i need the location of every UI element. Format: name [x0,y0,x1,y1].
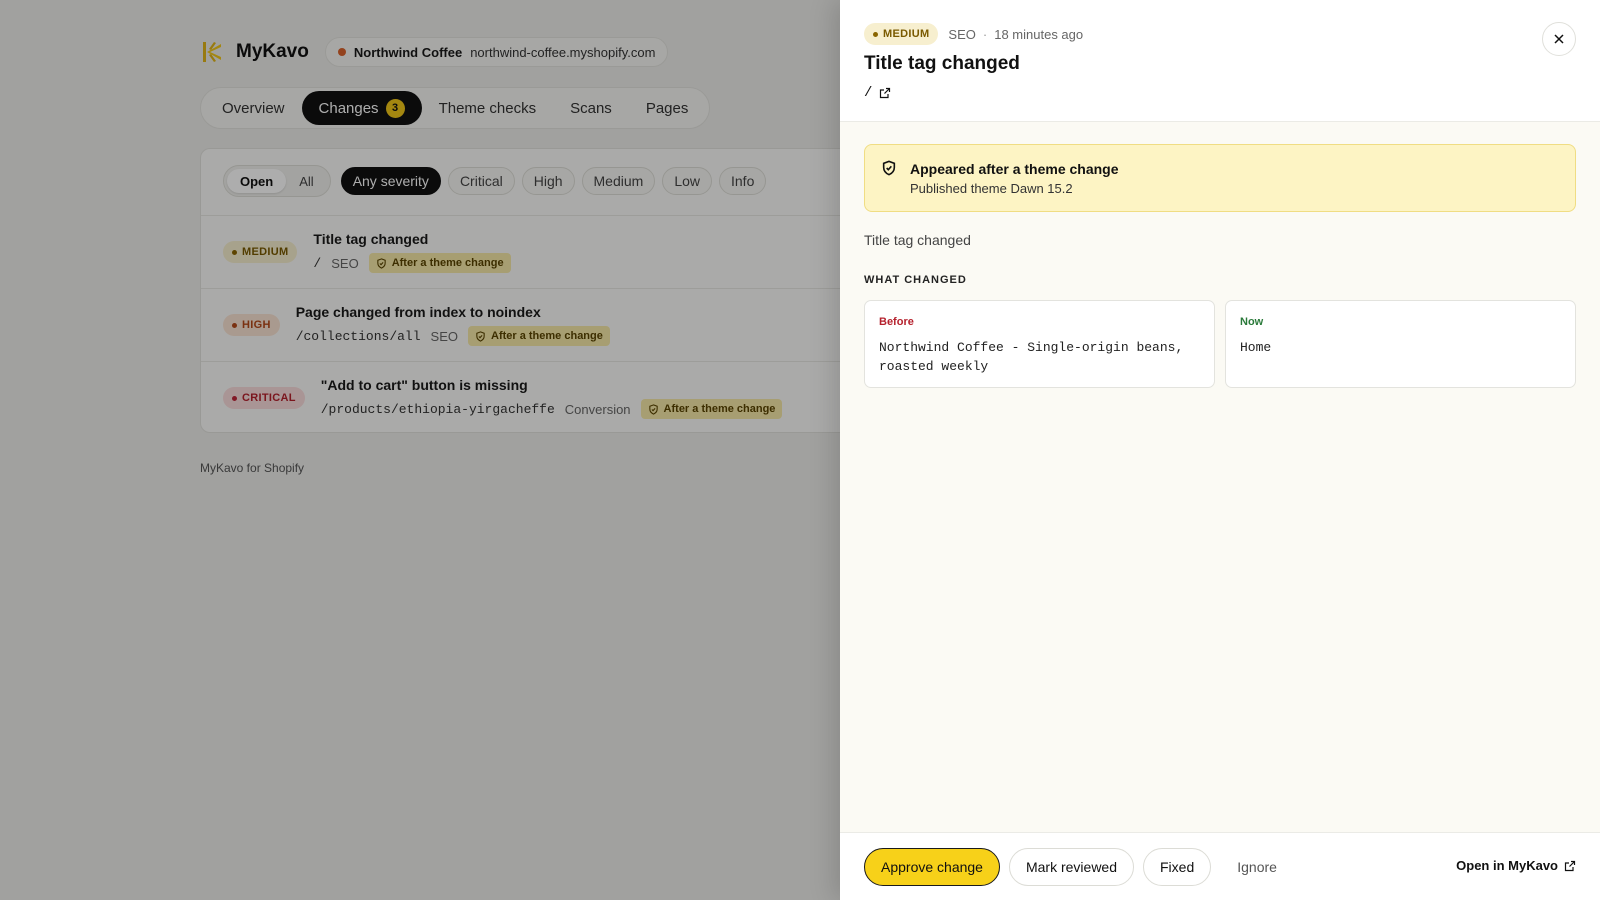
what-changed-heading: WHAT CHANGED [864,274,967,286]
change-detail-drawer: MEDIUM SEO · 18 minutes ago Title tag ch… [840,0,1600,900]
drawer-title: Title tag changed [864,53,1020,74]
external-link-icon [880,87,891,99]
before-label: Before [879,316,914,328]
close-button[interactable] [1542,22,1576,56]
meta-separator: · [982,26,988,42]
now-value: Home [1240,340,1272,355]
now-label: Now [1240,316,1264,328]
shield-check-icon [882,160,896,176]
approve-change-button[interactable]: Approve change [864,847,1000,886]
drawer-header: MEDIUM SEO · 18 minutes ago Title tag ch… [840,0,1600,122]
drawer-path: / [864,85,873,101]
open-in-mykavo-link[interactable]: Open in MyKavo [1456,858,1576,873]
before-panel: Before Northwind Coffee - Single-origin … [864,300,1215,388]
mark-reviewed-button[interactable]: Mark reviewed [1008,847,1134,886]
callout-subtitle: Published theme Dawn 15.2 [910,181,1073,196]
open-in-mykavo-label: Open in MyKavo [1456,858,1558,873]
callout-title: Appeared after a theme change [910,161,1119,177]
severity-dot [873,31,878,37]
ignore-button[interactable]: Ignore [1220,847,1294,886]
theme-change-callout: Appeared after a theme change Published … [864,144,1576,212]
drawer-timestamp: 18 minutes ago [994,26,1084,42]
drawer-page-link[interactable]: / [864,85,891,101]
close-icon [1554,34,1564,44]
drawer-meta: MEDIUM SEO · 18 minutes ago [864,23,1083,45]
drawer-actions: Approve change Mark reviewed Fixed Ignor… [840,832,1600,900]
change-summary: Title tag changed [864,232,971,248]
severity-label: MEDIUM [883,28,930,40]
fixed-button[interactable]: Fixed [1143,847,1212,886]
external-link-icon [1564,860,1576,871]
before-value: Northwind Coffee - Single-origin beans, … [879,340,1184,374]
now-panel: Now Home [1225,300,1576,388]
drawer-category: SEO [948,26,976,42]
severity-badge: MEDIUM [864,23,939,45]
